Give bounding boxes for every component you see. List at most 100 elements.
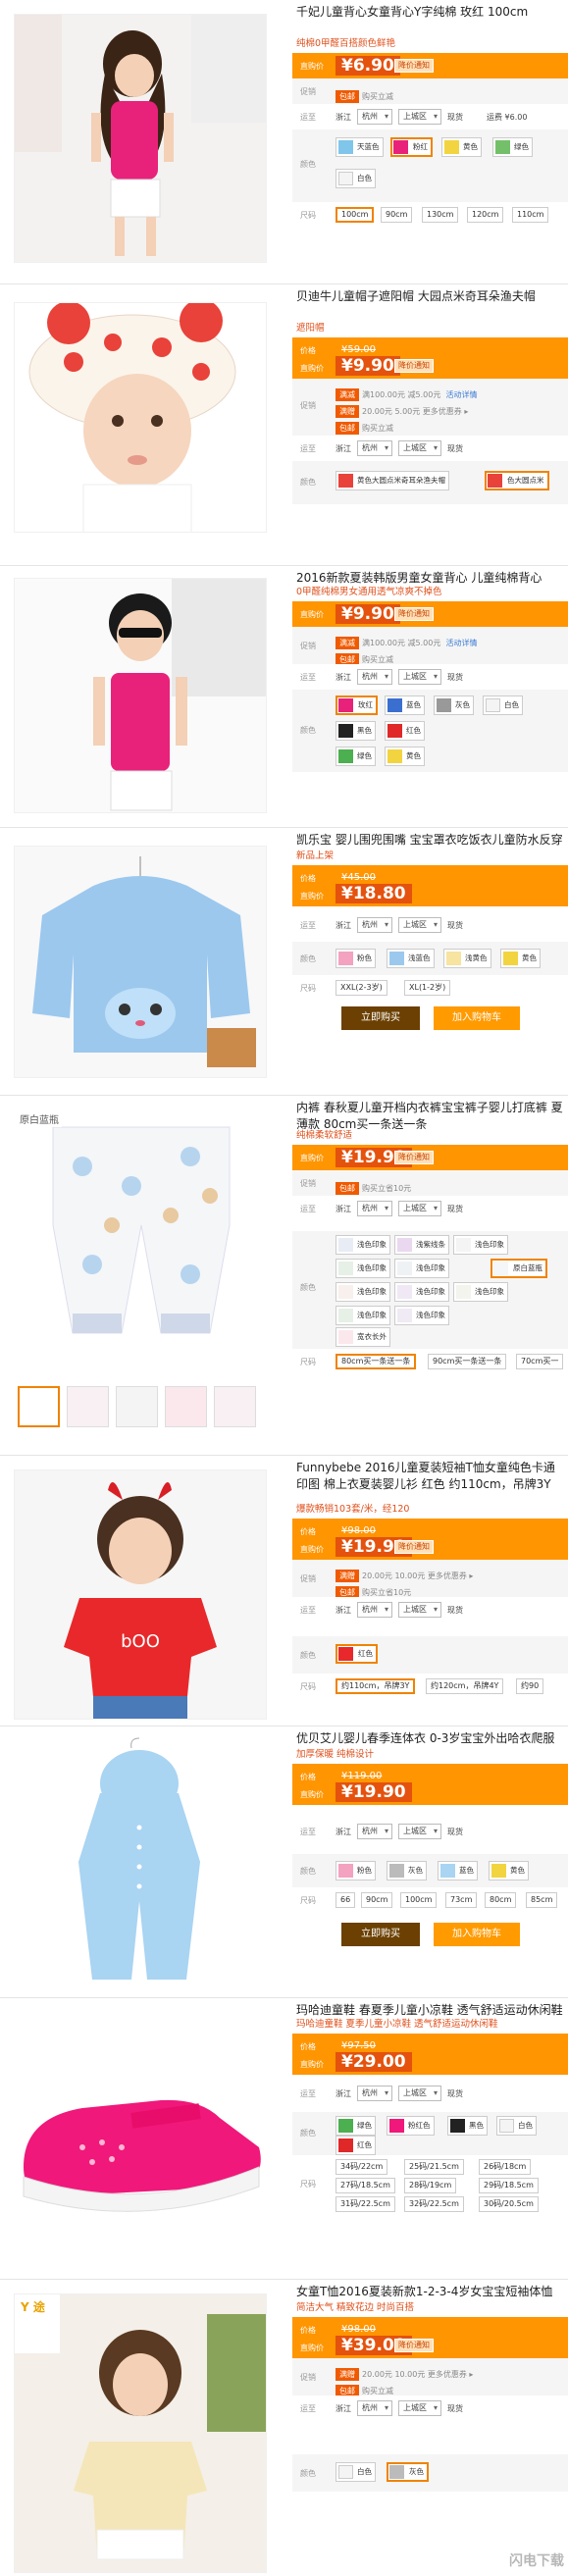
product-photo[interactable]	[14, 2010, 267, 2267]
color-option[interactable]: 灰色	[434, 696, 474, 715]
color-option[interactable]: 黄色大圆点米奇耳朵渔夫帽	[336, 471, 449, 490]
color-option[interactable]: 浅色印象	[394, 1259, 449, 1278]
size-option[interactable]: 66	[336, 1892, 356, 1908]
color-option[interactable]: 宽衣长外	[336, 1327, 390, 1347]
color-option[interactable]: 绿色	[336, 2116, 376, 2136]
product-title[interactable]: 千妃儿童背心女童背心Y字纯棉 玫红 100cm	[292, 0, 568, 37]
thumbnail[interactable]	[116, 1386, 158, 1427]
price-alert-tag[interactable]: 降价通知	[394, 2339, 434, 2352]
color-option[interactable]: 黄色	[489, 1861, 529, 1880]
color-option[interactable]: 红色	[336, 1644, 378, 1664]
color-option[interactable]: 红色	[336, 2136, 376, 2155]
product-photo[interactable]	[14, 1734, 267, 1991]
color-option[interactable]: 粉色	[336, 949, 376, 968]
color-option[interactable]: 黑色	[336, 721, 376, 741]
product-title[interactable]: 2016新款夏装韩版男童女童背心 儿童纯棉背心	[292, 566, 568, 586]
size-option[interactable]: XXL(2-3岁)	[336, 980, 387, 996]
size-option[interactable]: 约110cm，吊牌3Y	[336, 1678, 416, 1694]
buy-now-button[interactable]: 立即购买	[341, 1923, 420, 1946]
color-option[interactable]: 浅色印象	[394, 1282, 449, 1302]
district-select[interactable]: 上城区	[398, 1201, 441, 1216]
size-option[interactable]: 28码/19cm	[404, 2178, 457, 2193]
district-select[interactable]: 上城区	[398, 109, 441, 125]
product-photo[interactable]	[14, 302, 267, 533]
size-option[interactable]: 32码/22.5cm	[404, 2196, 464, 2212]
color-option[interactable]: 粉红	[390, 137, 433, 157]
size-option[interactable]: 25码/21.5cm	[404, 2159, 464, 2175]
district-select[interactable]: 上城区	[398, 917, 441, 933]
size-option[interactable]: 120cm	[467, 207, 504, 223]
size-option[interactable]: 30码/20.5cm	[479, 2196, 539, 2212]
color-option[interactable]: 玫红	[336, 696, 378, 715]
add-to-cart-button[interactable]: 加入购物车	[434, 1923, 520, 1946]
color-option[interactable]: 粉色	[336, 1861, 376, 1880]
thumbnail[interactable]	[165, 1386, 207, 1427]
promo-detail-link[interactable]: 活动详情	[445, 639, 477, 647]
size-option[interactable]: 约120cm，吊牌4Y	[426, 1678, 504, 1694]
color-option[interactable]: 白色	[336, 2462, 376, 2482]
product-title[interactable]: 优贝艾儿婴儿春季连体衣 0-3岁宝宝外出哈衣爬服儿衣	[292, 1726, 568, 1748]
add-to-cart-button[interactable]: 加入购物车	[434, 1006, 520, 1030]
product-title[interactable]: 女童T恤2016夏装新款1-2-3-4岁女宝宝短袖体恤衫儿童	[292, 2280, 568, 2301]
size-option[interactable]: 70cm买一	[516, 1354, 564, 1369]
color-option[interactable]: 浅色印象	[394, 1306, 449, 1325]
product-title[interactable]: 贝迪牛儿童帽子遮阳帽 大园点米奇耳朵渔夫帽	[292, 284, 568, 322]
size-option[interactable]: 80cm	[485, 1892, 517, 1908]
size-option[interactable]: XL(1-2岁)	[404, 980, 451, 996]
coupon-text[interactable]: 20.00元 10.00元 更多优惠券 ▸	[362, 2370, 473, 2379]
color-option[interactable]: 红色	[385, 721, 425, 741]
thumbnail[interactable]	[18, 1386, 60, 1427]
color-option[interactable]: 原白蓝瓶	[491, 1259, 547, 1278]
product-title[interactable]: 玛哈迪童鞋 春夏季儿童小凉鞋 透气舒适运动休闲鞋	[292, 1998, 568, 2018]
city-select[interactable]: 杭州	[357, 440, 392, 456]
thumbnail[interactable]	[214, 1386, 256, 1427]
size-option[interactable]: 110cm	[512, 207, 549, 223]
promo-detail-link[interactable]: 活动详情	[445, 390, 477, 399]
color-option[interactable]: 浅色印象	[336, 1235, 390, 1255]
size-option[interactable]: 31码/22.5cm	[336, 2196, 395, 2212]
color-option[interactable]: 蓝色	[385, 696, 425, 715]
size-option[interactable]: 90cm	[361, 1892, 393, 1908]
coupon-text[interactable]: 20.00元 5.00元 更多优惠券 ▸	[362, 407, 468, 416]
district-select[interactable]: 上城区	[398, 1602, 441, 1618]
color-option[interactable]: 绿色	[336, 747, 376, 766]
size-option[interactable]: 34码/22cm	[336, 2159, 388, 2175]
color-option[interactable]: 白色	[496, 2116, 537, 2136]
product-title[interactable]: 内裤 春秋夏儿童开档内衣裤宝宝裤子婴儿打底裤 夏薄款 80cm买一条送一条	[292, 1096, 568, 1129]
color-option[interactable]: 浅色印象	[336, 1259, 390, 1278]
district-select[interactable]: 上城区	[398, 2086, 441, 2101]
color-option[interactable]: 黄色	[385, 747, 425, 766]
color-option[interactable]: 浅黄色	[443, 949, 491, 968]
color-option[interactable]: 浅色印象	[453, 1235, 508, 1255]
product-photo[interactable]: 原白蓝瓶	[14, 1108, 267, 1441]
color-option[interactable]: 粉红色	[387, 2116, 435, 2136]
product-photo[interactable]: bOO	[14, 1469, 267, 1720]
district-select[interactable]: 上城区	[398, 1824, 441, 1839]
size-option[interactable]: 90cm买一条送一条	[428, 1354, 507, 1369]
product-photo[interactable]: Y 途	[14, 2293, 267, 2573]
color-option[interactable]: 色大圆点米	[485, 471, 549, 490]
price-alert-tag[interactable]: 降价通知	[394, 359, 434, 373]
coupon-text[interactable]: 20.00元 10.00元 更多优惠券 ▸	[362, 1571, 473, 1580]
size-option[interactable]: 85cm	[526, 1892, 558, 1908]
price-alert-tag[interactable]: 降价通知	[394, 607, 434, 621]
color-option[interactable]: 灰色	[387, 2462, 429, 2482]
color-option[interactable]: 浅色印象	[336, 1282, 390, 1302]
color-option[interactable]: 灰色	[387, 1861, 427, 1880]
price-alert-tag[interactable]: 降价通知	[394, 1540, 434, 1554]
product-photo[interactable]	[14, 14, 267, 263]
product-title[interactable]: 凯乐宝 婴儿围兜围嘴 宝宝罩衣吃饭衣儿童防水反穿衣	[292, 828, 568, 850]
size-option[interactable]: 26码/18cm	[479, 2159, 532, 2175]
color-option[interactable]: 浅紫线条	[394, 1235, 449, 1255]
product-title[interactable]: Funnybebe 2016儿童夏装短袖T恤女童纯色卡通印图 棉上衣夏装婴儿衫 …	[292, 1456, 568, 1503]
city-select[interactable]: 杭州	[357, 1824, 392, 1839]
buy-now-button[interactable]: 立即购买	[341, 1006, 420, 1030]
color-option[interactable]: 浅色印象	[453, 1282, 508, 1302]
district-select[interactable]: 上城区	[398, 440, 441, 456]
size-option[interactable]: 100cm	[336, 207, 375, 223]
city-select[interactable]: 杭州	[357, 669, 392, 685]
color-option[interactable]: 黄色	[500, 949, 541, 968]
size-option[interactable]: 100cm	[400, 1892, 438, 1908]
thumbnail[interactable]	[67, 1386, 109, 1427]
city-select[interactable]: 杭州	[357, 1602, 392, 1618]
